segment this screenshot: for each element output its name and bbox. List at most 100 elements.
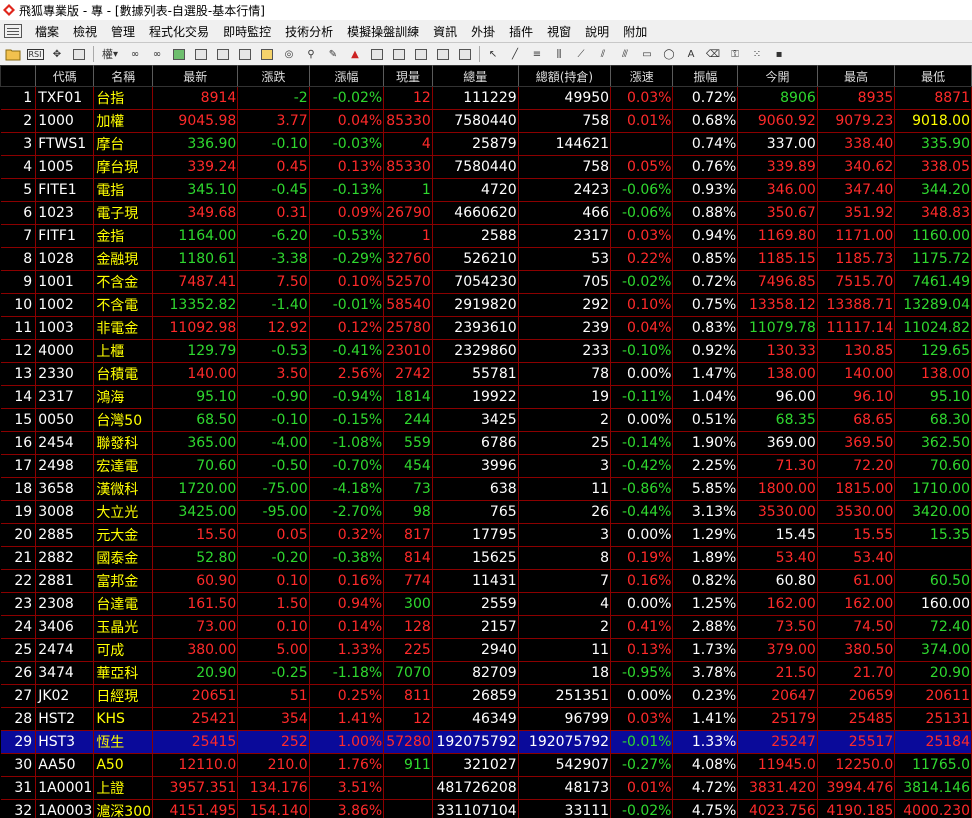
table-row[interactable]: 11 1003 非電金 11092.98 12.92 0.12% 25780 2393610 2… (0, 316, 972, 340)
table-row[interactable]: 20 2885 元大金 15.50 0.05 0.32% 817 17795 3 0.00% 1.2… (0, 523, 972, 547)
col-header-high[interactable]: 最高 (816, 65, 896, 87)
minus-icon[interactable] (70, 46, 88, 62)
table-row[interactable]: 22 2881 富邦金 60.90 0.10 0.16% 774 11431 7 0.16% 0.8… (0, 569, 972, 593)
table-row[interactable]: 15 0050 台灣50 68.50 -0.10 -0.15% 244 3425 2 0.00% 0… (0, 408, 972, 432)
book-icon[interactable] (236, 46, 254, 62)
col-header-current-volume[interactable]: 現量 (383, 65, 433, 87)
table-row[interactable]: 7 FITF1 金指 1164.00 -6.20 -0.53% 1 2588 2317 0.03%… (0, 224, 972, 248)
table-row[interactable]: 16 2454 聯發科 365.00 -4.00 -1.08% 559 6786 25 -0.14… (0, 431, 972, 455)
table-row[interactable]: 23 2308 台達電 161.50 1.50 0.94% 300 2559 4 0.00% 1.2… (0, 592, 972, 616)
table-row[interactable]: 28 HST2 KHS 25421 354 1.41% 12 46349 96799 0.03% 1… (0, 707, 972, 731)
table-row[interactable]: 24 3406 玉晶光 73.00 0.10 0.14% 128 2157 2 0.41% 2.88… (0, 615, 972, 639)
table-row[interactable]: 1 TXF01 台指 8914 -2 -0.02% 12 111229 49950 0.03% 0.… (0, 86, 972, 110)
open-folder-icon[interactable] (4, 46, 22, 62)
row-speed: 0.03% (610, 86, 674, 110)
col-header-total-volume[interactable]: 總量 (431, 65, 519, 87)
table-row[interactable]: 8 1028 金融現 1180.61 -3.38 -0.29% 32760 526210 53 0… (0, 247, 972, 271)
table-row[interactable]: 9 1001 不含金 7487.41 7.50 0.10% 52570 7054230 705-… (0, 270, 972, 294)
calendar-icon[interactable] (192, 46, 210, 62)
table-row[interactable]: 29 HST3 恆生 25415 252 1.00% 57280 192075792 19207… (0, 730, 972, 754)
menu-help[interactable]: 說明 (578, 23, 616, 40)
dots-grid-icon[interactable]: ⁙ (748, 46, 766, 62)
row-current-volume: 774 (383, 569, 433, 593)
col-header-name[interactable]: 名稱 (93, 65, 154, 87)
menu-manage[interactable]: 管理 (104, 23, 142, 40)
pen-icon[interactable]: ✎ (324, 46, 342, 62)
channel-tool-icon[interactable]: ⫽ (594, 46, 612, 62)
move-icon[interactable]: ✥ (48, 46, 66, 62)
menu-plugin-external[interactable]: 外掛 (464, 23, 502, 40)
table-row[interactable]: 5 FITE1 電指 345.10 -0.45 -0.13% 1 4720 2423 -0.06%… (0, 178, 972, 202)
row-name: 摩台 (93, 132, 154, 156)
col-header-open[interactable]: 今開 (737, 65, 818, 87)
table-row[interactable]: 31 1A0001 上證 3957.351 134.176 3.51% 481726208 4… (0, 776, 972, 800)
pointer-icon[interactable]: ↖ (484, 46, 502, 62)
table-row[interactable]: 12 4000 上櫃 129.79 -0.53 -0.41% 23010 2329860 233… (0, 339, 972, 363)
menu-extra[interactable]: 附加 (616, 23, 654, 40)
layout-1-icon[interactable] (368, 46, 386, 62)
ellipse-tool-icon[interactable]: ◯ (660, 46, 678, 62)
layout-4-icon[interactable] (434, 46, 452, 62)
table-row[interactable]: 25 2474 可成 380.00 5.00 1.33% 225 2940 11 0.13% 1.7… (0, 638, 972, 662)
compare-icon[interactable]: ∞ (148, 46, 166, 62)
fan-tool-icon[interactable]: ⟋ (572, 46, 590, 62)
layout-3-icon[interactable] (412, 46, 430, 62)
row-name: 鴻海 (93, 385, 154, 409)
calculator-icon[interactable] (214, 46, 232, 62)
rsi-button[interactable]: RSI (26, 46, 44, 62)
chart-grid-icon[interactable] (170, 46, 188, 62)
table-row[interactable]: 4 1005 摩台現 339.24 0.45 0.13% 85330 7580440 758 0.… (0, 155, 972, 179)
glasses-icon[interactable]: ∞ (126, 46, 144, 62)
layout-2-icon[interactable] (390, 46, 408, 62)
search-icon[interactable]: ⚲ (302, 46, 320, 62)
menu-realtime-monitor[interactable]: 即時監控 (216, 23, 278, 40)
vline-tool-icon[interactable]: ⫼ (550, 46, 568, 62)
menu-program-trading[interactable]: 程式化交易 (142, 23, 216, 40)
col-header-change[interactable]: 漲跌 (237, 65, 310, 87)
table-row[interactable]: 17 2498 宏達電 70.60 -0.50 -0.70% 454 3996 3 -0.42% 2… (0, 454, 972, 478)
table-row[interactable]: 18 3658 漢微科 1720.00 -75.00 -4.18% 73 638 11 -0.86… (0, 477, 972, 501)
table-row[interactable]: 10 1002 不含電 13352.82 -1.40 -0.01% 58540 2919820… (0, 293, 972, 317)
col-header-index[interactable] (0, 65, 37, 87)
target-icon[interactable]: ◎ (280, 46, 298, 62)
menu-file[interactable]: 檔案 (28, 23, 66, 40)
layout-5-icon[interactable] (456, 46, 474, 62)
col-header-last[interactable]: 最新 (152, 65, 239, 87)
table-row[interactable]: 32 1A0003 滬深300 4151.495 154.140 3.86% 3311071… (0, 799, 972, 818)
menu-info[interactable]: 資訊 (426, 23, 464, 40)
eraser-icon[interactable]: ⌫ (704, 46, 722, 62)
rights-picker[interactable]: 權 ▾ (98, 46, 122, 62)
menu-plugins[interactable]: 插件 (502, 23, 540, 40)
alert-icon[interactable] (258, 46, 276, 62)
col-header-change-pct[interactable]: 漲幅 (308, 65, 385, 87)
table-row[interactable]: 13 2330 台積電 140.00 3.50 2.56% 2742 55781 78 0.00%… (0, 362, 972, 386)
col-header-low[interactable]: 最低 (894, 65, 972, 87)
table-row[interactable]: 3 FTWS1 摩台 336.90 -0.10 -0.03% 4 25879 144621 0.7… (0, 132, 972, 156)
line-tool-icon[interactable]: ╱ (506, 46, 524, 62)
table-row[interactable]: 21 2882 國泰金 52.80 -0.20 -0.38% 814 15625 8 0.19% 1… (0, 546, 972, 570)
table-row[interactable]: 2 1000 加權 9045.98 3.77 0.04% 85330 7580440 758 0.… (0, 109, 972, 133)
col-header-code[interactable]: 代碼 (35, 65, 95, 87)
bell-icon[interactable]: ▲ (346, 46, 364, 62)
parallel-tool-icon[interactable]: ⫻ (616, 46, 634, 62)
lock-icon[interactable]: ⚿ (726, 46, 744, 62)
col-header-amount[interactable]: 總額(持倉) (517, 65, 612, 87)
system-menu-icon[interactable] (4, 24, 22, 38)
menu-view[interactable]: 檢視 (66, 23, 104, 40)
text-tool-icon[interactable]: A (682, 46, 700, 62)
table-row[interactable]: 30 AA50 A50 12110.0 210.0 1.76% 911 321027 54290… (0, 753, 972, 777)
table-row[interactable]: 26 3474 華亞科 20.90 -0.25 -1.18% 7070 82709 18 -0.9… (0, 661, 972, 685)
table-row[interactable]: 19 3008 大立光 3425.00 -95.00 -2.70% 98 765 26 -0.44… (0, 500, 972, 524)
menu-simulated-trading[interactable]: 模擬操盤訓練 (340, 23, 426, 40)
col-header-speed[interactable]: 漲速 (610, 65, 674, 87)
col-header-amplitude[interactable]: 振幅 (672, 65, 739, 87)
menu-window[interactable]: 視窗 (540, 23, 578, 40)
table-row[interactable]: 14 2317 鴻海 95.10 -0.90 -0.94% 1814 19922 19 -0.11… (0, 385, 972, 409)
hline-tool-icon[interactable]: ≡ (528, 46, 546, 62)
row-amount: 233 (518, 339, 612, 363)
table-row[interactable]: 6 1023 電子現 349.68 0.31 0.09% 26790 4660620 466 -0… (0, 201, 972, 225)
menu-technical-analysis[interactable]: 技術分析 (278, 23, 340, 40)
save-icon[interactable]: ▪ (770, 46, 788, 62)
table-row[interactable]: 27 JK02 日經現 20651 51 0.25% 811 26859 251351 0.00%… (0, 684, 972, 708)
rect-tool-icon[interactable]: ▭ (638, 46, 656, 62)
